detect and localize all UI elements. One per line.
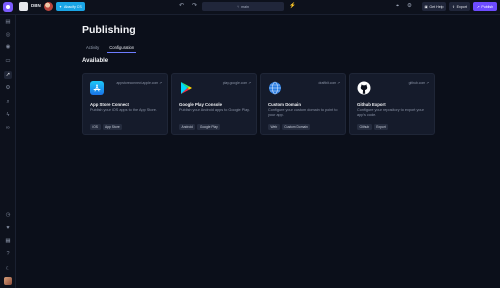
moon-icon[interactable]: ☾ — [4, 265, 12, 273]
project-name[interactable]: DBN — [31, 3, 41, 8]
github-icon — [357, 81, 371, 95]
card-url[interactable]: github.com ↗ — [409, 81, 429, 85]
top-bar: DBN ✦ Abacify CS ↶ ↷ ⑂ main ⚡ ⌖ ⚙ ▣ Get … — [0, 0, 500, 15]
tag: Export — [373, 124, 389, 131]
card-title: App Store Connect — [90, 102, 129, 107]
get-help-button[interactable]: ▣ Get Help — [422, 2, 446, 11]
get-help-label: Get Help — [429, 4, 444, 9]
tag: Android — [179, 124, 196, 131]
card-tags: iOS App Store — [90, 124, 123, 131]
tabs: Activity Configuration — [84, 44, 137, 53]
card-url[interactable]: draftbit.com ↗ — [318, 81, 340, 85]
page-title: Publishing — [82, 24, 136, 36]
export-icon: ⇪ — [452, 4, 456, 9]
project-icon — [19, 2, 28, 11]
help-icon: ▣ — [424, 4, 428, 9]
preview-icon[interactable]: ⌖ — [396, 3, 399, 10]
branch-label: main — [241, 4, 249, 9]
card-url[interactable]: appstoreconnect.apple.com ↗ — [117, 81, 162, 85]
tag: Github — [357, 124, 372, 131]
docs-icon[interactable]: ▦ — [4, 237, 12, 245]
tab-activity[interactable]: Activity — [84, 44, 101, 53]
database-icon[interactable]: ◎ — [4, 31, 12, 39]
card-title: Google Play Console — [179, 102, 222, 107]
publish-label: Publish — [481, 4, 494, 9]
card-google-play-console[interactable]: play.google.com ↗ Google Play Console Pu… — [171, 73, 257, 135]
layers-icon[interactable]: ▤ — [4, 18, 12, 26]
section-title: Available — [82, 58, 109, 64]
tag: Custom Domain — [281, 124, 311, 131]
history-icon[interactable]: ◷ — [4, 211, 12, 219]
card-url[interactable]: play.google.com ↗ — [223, 81, 251, 85]
export-label: Export — [456, 4, 467, 9]
card-tags: Web Custom Domain — [268, 124, 311, 131]
tag: iOS — [90, 124, 101, 131]
tab-configuration[interactable]: Configuration — [107, 44, 137, 53]
eye-icon[interactable]: ◉ — [4, 43, 12, 51]
collaborator-avatar[interactable] — [44, 2, 53, 11]
card-description: Configure your repository to export your… — [357, 108, 424, 117]
external-link-icon: ↗ — [159, 81, 162, 85]
search-icon[interactable]: ⌕ — [4, 98, 12, 106]
lightning-icon[interactable]: ϟ — [4, 111, 12, 119]
sidebar: ▤ ◎ ◉ ▭ ➚ ⚙ ⌕ ϟ ∞ ◷ ♥ ▦ ? ☾ — [0, 15, 16, 288]
ai-button-label: Abacify CS — [64, 4, 82, 9]
user-avatar[interactable] — [4, 277, 12, 285]
card-tags: Github Export — [357, 124, 389, 131]
heart-icon[interactable]: ♥ — [4, 224, 12, 232]
branch-selector[interactable]: ⑂ main — [202, 2, 284, 11]
devices-icon[interactable]: ⚙ — [407, 3, 412, 10]
export-button[interactable]: ⇪ Export — [449, 2, 470, 11]
tag: Web — [268, 124, 280, 131]
tag: App Store — [102, 124, 123, 131]
settings-icon[interactable]: ⚙ — [4, 84, 12, 92]
ai-button[interactable]: ✦ Abacify CS — [56, 2, 85, 11]
screens-icon[interactable]: ▭ — [4, 57, 12, 65]
undo-icon[interactable]: ↶ — [179, 3, 184, 10]
globe-icon — [269, 81, 281, 95]
magic-wand-icon[interactable]: ⚡ — [289, 3, 296, 10]
google-play-icon — [181, 82, 192, 94]
publishing-icon[interactable]: ➚ — [4, 71, 12, 79]
app-store-icon — [90, 81, 104, 95]
external-link-icon: ↗ — [248, 81, 251, 85]
tag: Google Play — [197, 124, 221, 131]
app-logo[interactable] — [3, 2, 13, 12]
external-link-icon: ↗ — [426, 81, 429, 85]
external-link-icon: ↗ — [337, 81, 340, 85]
card-title: Custom Domain — [268, 102, 301, 107]
publish-button[interactable]: ➚ Publish — [473, 2, 497, 11]
branch-icon: ⑂ — [237, 4, 240, 9]
sparkle-icon: ✦ — [59, 4, 63, 9]
card-github-export[interactable]: github.com ↗ Github Export Configure you… — [349, 73, 435, 135]
card-app-store-connect[interactable]: appstoreconnect.apple.com ↗ App Store Co… — [82, 73, 168, 135]
card-description: Publish your Android apps to Google Play… — [179, 108, 250, 112]
help-circle-icon[interactable]: ? — [4, 250, 12, 258]
card-tags: Android Google Play — [179, 124, 221, 131]
card-title: Github Export — [357, 102, 386, 107]
redo-icon[interactable]: ↷ — [192, 3, 197, 10]
rocket-icon: ➚ — [476, 4, 480, 9]
card-description: Publish your iOS apps to the App Store. — [90, 108, 157, 112]
card-custom-domain[interactable]: draftbit.com ↗ Custom Domain Configure y… — [260, 73, 346, 135]
card-description: Configure your custom domain to point to… — [268, 108, 338, 117]
link-icon[interactable]: ∞ — [4, 124, 12, 132]
